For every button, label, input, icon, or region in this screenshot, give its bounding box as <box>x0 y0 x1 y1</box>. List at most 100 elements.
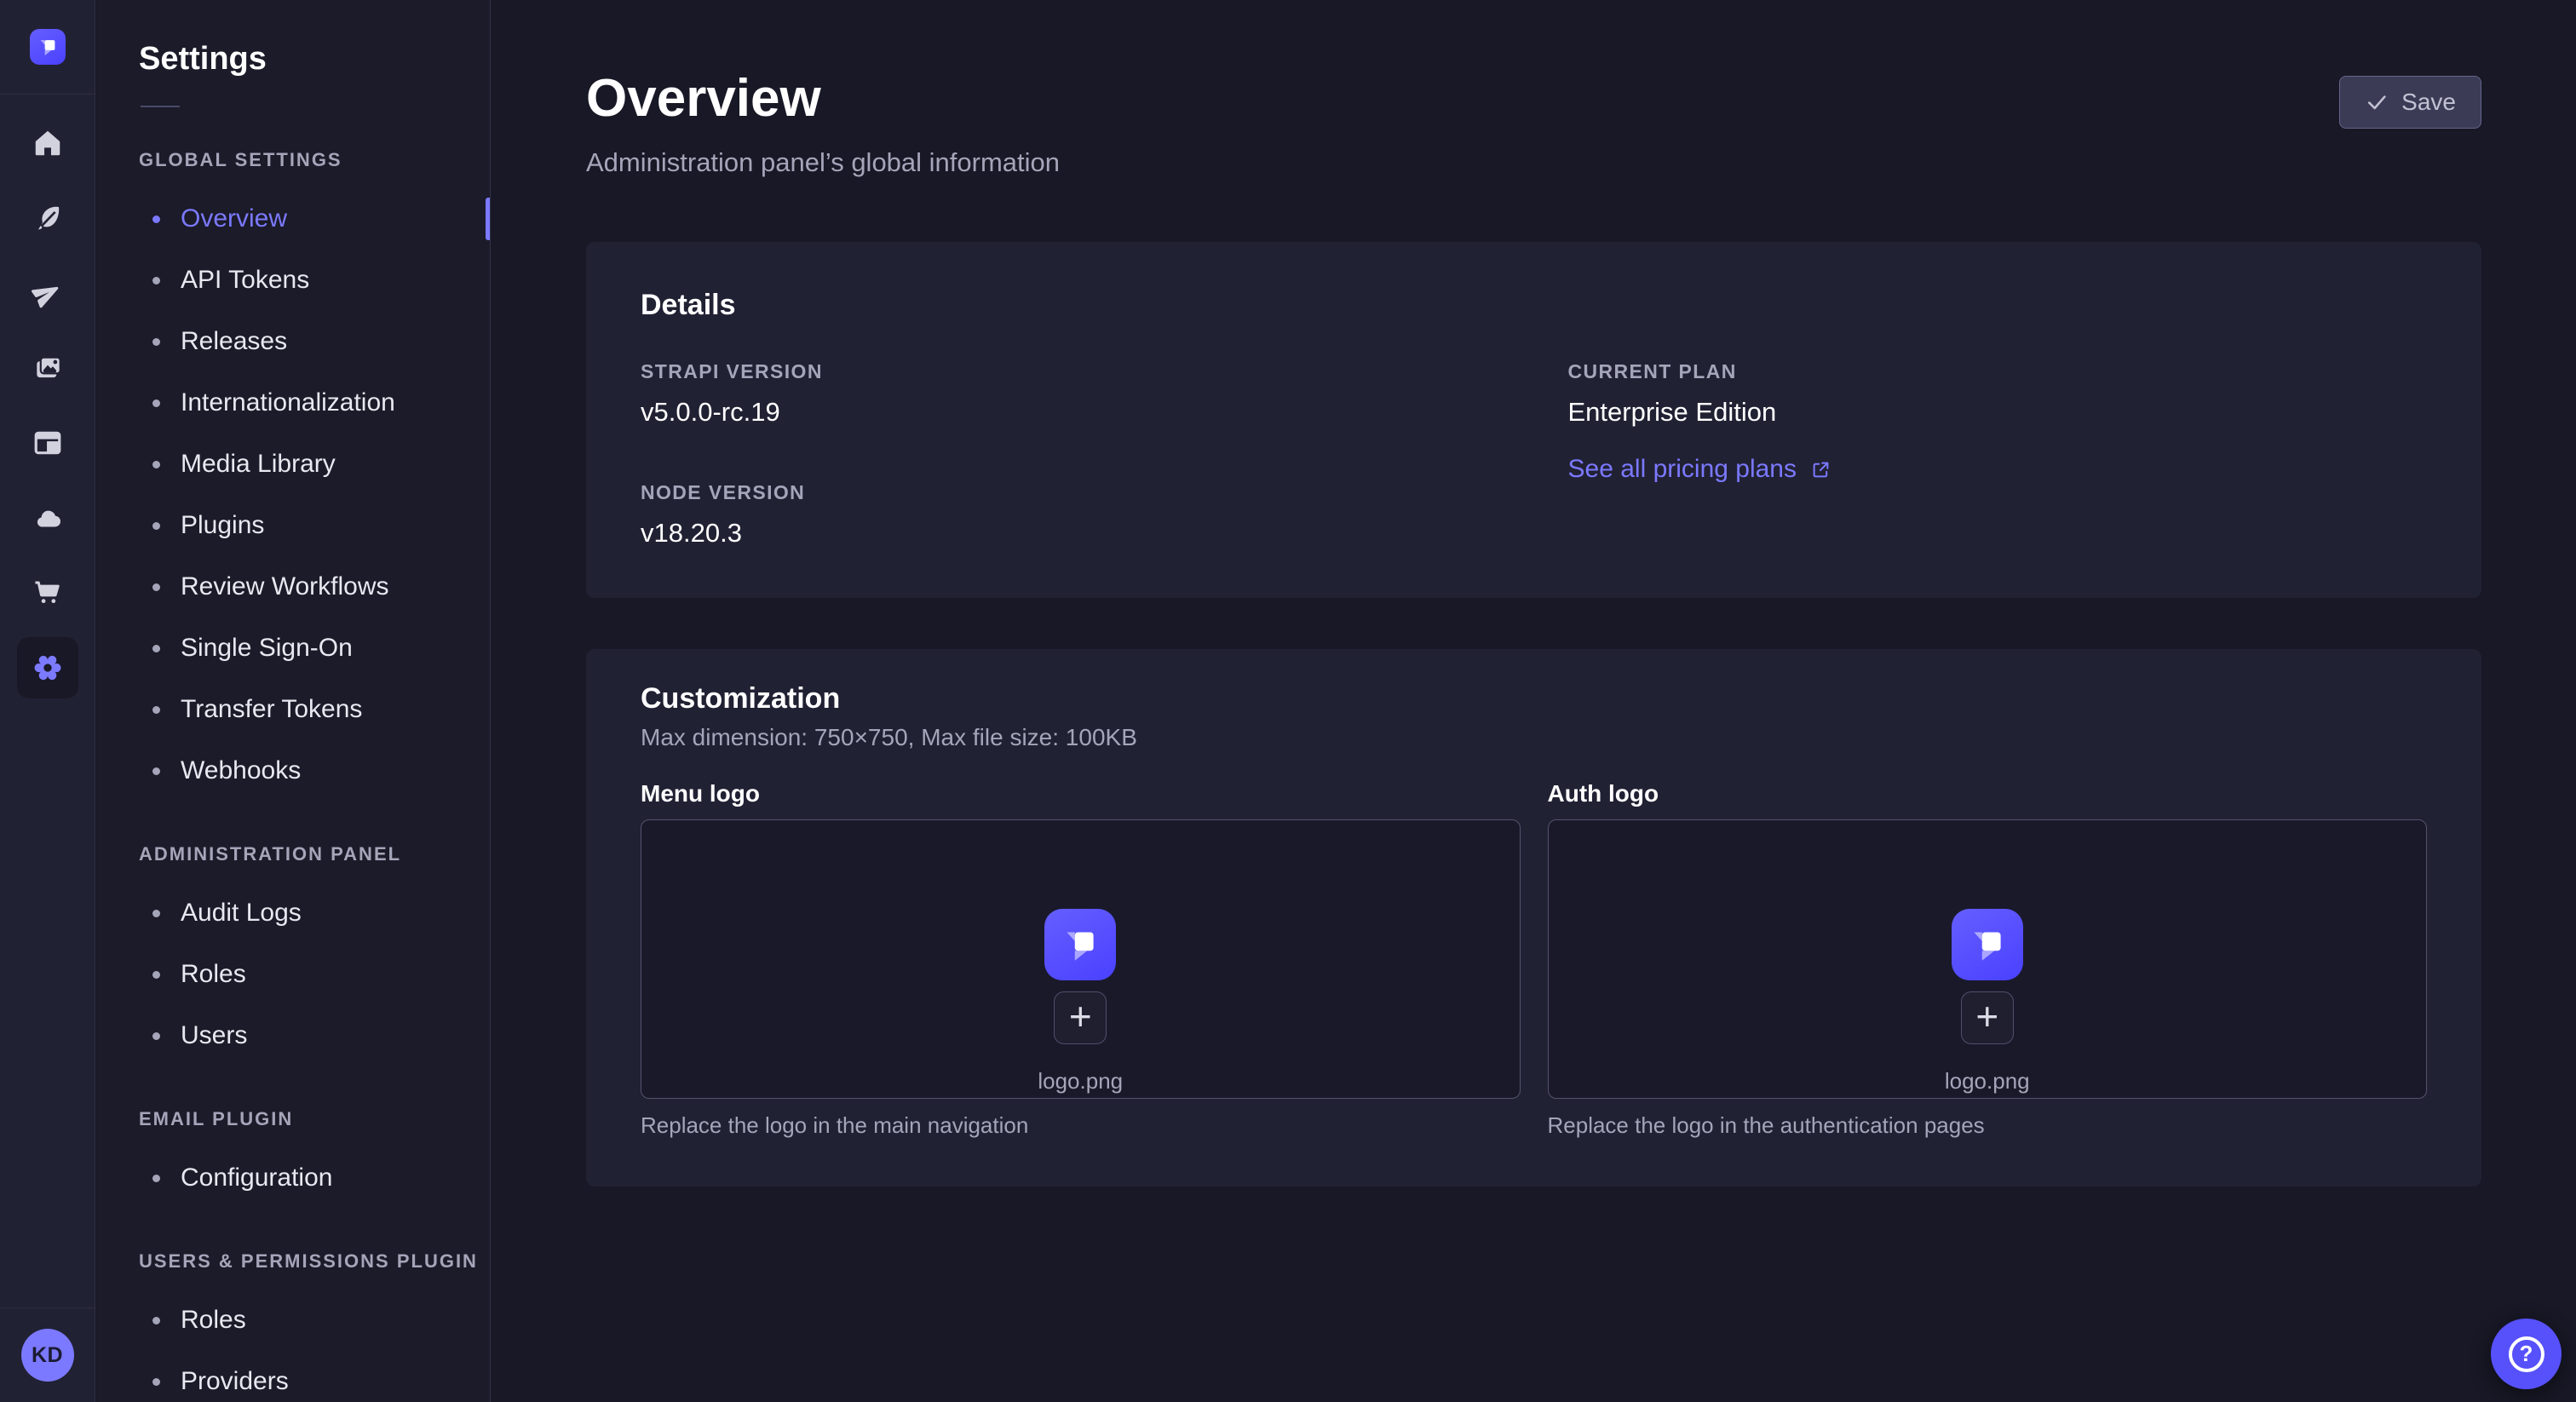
check-icon <box>2365 90 2389 114</box>
bullet-icon <box>152 767 160 775</box>
subnav-item-audit-logs[interactable]: Audit Logs <box>96 882 490 944</box>
field-label: CURRENT PLAN <box>1568 359 2428 383</box>
field-value: v5.0.0-rc.19 <box>641 396 1500 428</box>
field-value: v18.20.3 <box>641 517 1500 549</box>
active-indicator <box>486 198 490 240</box>
user-avatar[interactable]: KD <box>21 1329 74 1382</box>
settings-subnav: Settings GLOBAL SETTINGS Overview API To… <box>96 0 491 1402</box>
change-auth-logo-button[interactable]: + <box>1961 991 2014 1044</box>
page-header: Overview Administration panel’s global i… <box>586 0 2481 179</box>
sidebar-footer: KD <box>0 1307 95 1402</box>
bullet-icon <box>152 338 160 346</box>
main-nav-sidebar: KD <box>0 0 95 1402</box>
bullet-icon <box>152 1378 160 1386</box>
bullet-icon <box>152 645 160 652</box>
auth-logo-field: Auth logo + logo.png Replace the logo in… <box>1548 779 2428 1139</box>
strapi-version-field: STRAPI VERSION v5.0.0-rc.19 <box>641 359 1500 428</box>
customization-constraints: Max dimension: 750×750, Max file size: 1… <box>641 723 2427 752</box>
nav-media-library-icon[interactable] <box>0 330 95 405</box>
node-version-field: NODE VERSION v18.20.3 <box>641 480 1500 549</box>
bullet-icon <box>152 399 160 407</box>
bullet-icon <box>152 1317 160 1324</box>
subnav-item-up-roles[interactable]: Roles <box>96 1290 490 1351</box>
strapi-mark-icon <box>1965 922 2010 967</box>
section-label: EMAIL PLUGIN <box>96 1107 490 1130</box>
subnav-item-api-tokens[interactable]: API Tokens <box>96 250 490 311</box>
subnav-item-up-providers[interactable]: Providers <box>96 1351 490 1402</box>
change-menu-logo-button[interactable]: + <box>1054 991 1107 1044</box>
page-subtitle: Administration panel’s global informatio… <box>586 147 1060 179</box>
bullet-icon <box>152 461 160 468</box>
question-mark-icon: ? <box>2509 1336 2544 1372</box>
auth-logo-preview <box>1952 909 2023 980</box>
subnav-item-admin-roles[interactable]: Roles <box>96 944 490 1005</box>
subnav-item-internationalization[interactable]: Internationalization <box>96 372 490 434</box>
strapi-logo[interactable] <box>30 29 66 65</box>
subnav-item-transfer-tokens[interactable]: Transfer Tokens <box>96 679 490 740</box>
details-card: Details STRAPI VERSION v5.0.0-rc.19 NODE… <box>586 242 2481 598</box>
main-nav-icons <box>0 106 95 705</box>
auth-logo-label: Auth logo <box>1548 779 2428 808</box>
section-users-permissions-plugin: USERS & PERMISSIONS PLUGIN Roles Provide… <box>96 1250 490 1402</box>
bullet-icon <box>152 1175 160 1182</box>
bullet-icon <box>152 971 160 979</box>
section-label: USERS & PERMISSIONS PLUGIN <box>96 1250 490 1273</box>
nav-releases-icon[interactable] <box>0 256 95 330</box>
subnav-item-single-sign-on[interactable]: Single Sign-On <box>96 618 490 679</box>
subnav-item-review-workflows[interactable]: Review Workflows <box>96 556 490 618</box>
menu-logo-label: Menu logo <box>641 779 1521 808</box>
help-button[interactable]: ? <box>2491 1319 2562 1389</box>
bullet-icon <box>152 910 160 917</box>
pricing-plans-link[interactable]: See all pricing plans <box>1568 455 1833 484</box>
section-label: GLOBAL SETTINGS <box>96 148 490 171</box>
settings-active-pill <box>17 637 78 698</box>
menu-logo-preview <box>1044 909 1116 980</box>
field-value: Enterprise Edition <box>1568 396 2428 428</box>
section-label: ADMINISTRATION PANEL <box>96 842 490 865</box>
nav-marketplace-cart-icon[interactable] <box>0 555 95 630</box>
subnav-title: Settings <box>96 39 490 78</box>
field-label: NODE VERSION <box>641 480 1500 504</box>
page-title: Overview <box>586 68 1060 129</box>
section-global-settings: GLOBAL SETTINGS Overview API Tokens Rele… <box>96 148 490 802</box>
menu-logo-field: Menu logo + logo.png Replace the logo in… <box>641 779 1521 1139</box>
field-label: STRAPI VERSION <box>641 359 1500 383</box>
nav-home-icon[interactable] <box>0 106 95 181</box>
main-content: Overview Administration panel’s global i… <box>492 0 2576 1402</box>
menu-logo-filename: logo.png <box>1038 1068 1123 1095</box>
menu-logo-dropzone[interactable]: + logo.png <box>641 819 1521 1099</box>
bullet-icon <box>152 1032 160 1040</box>
subnav-item-webhooks[interactable]: Webhooks <box>96 740 490 802</box>
bullet-icon <box>152 215 160 223</box>
strapi-mark-icon <box>1058 922 1102 967</box>
customization-card: Customization Max dimension: 750×750, Ma… <box>586 649 2481 1187</box>
section-email-plugin: EMAIL PLUGIN Configuration <box>96 1107 490 1209</box>
bullet-icon <box>152 583 160 591</box>
current-plan-field: CURRENT PLAN Enterprise Edition See all … <box>1568 359 2428 484</box>
strapi-mark-icon <box>36 35 60 59</box>
auth-logo-hint: Replace the logo in the authentication p… <box>1548 1112 2428 1139</box>
nav-content-type-builder-icon[interactable] <box>0 181 95 256</box>
customization-card-title: Customization <box>641 681 2427 715</box>
subnav-item-releases[interactable]: Releases <box>96 311 490 372</box>
bullet-icon <box>152 522 160 530</box>
bullet-icon <box>152 277 160 284</box>
bullet-icon <box>152 706 160 714</box>
subnav-item-plugins[interactable]: Plugins <box>96 495 490 556</box>
subnav-item-media-library[interactable]: Media Library <box>96 434 490 495</box>
external-link-icon <box>1809 458 1832 481</box>
nav-content-manager-icon[interactable] <box>0 405 95 480</box>
subnav-divider <box>141 106 180 107</box>
details-card-title: Details <box>641 288 2427 322</box>
subnav-item-overview[interactable]: Overview <box>96 188 490 250</box>
menu-logo-hint: Replace the logo in the main navigation <box>641 1112 1521 1139</box>
auth-logo-dropzone[interactable]: + logo.png <box>1548 819 2428 1099</box>
section-administration-panel: ADMINISTRATION PANEL Audit Logs Roles Us… <box>96 842 490 1066</box>
nav-settings-gear-icon[interactable] <box>0 630 95 705</box>
save-button[interactable]: Save <box>2339 76 2481 129</box>
auth-logo-filename: logo.png <box>1945 1068 2030 1095</box>
nav-deploy-cloud-icon[interactable] <box>0 480 95 555</box>
subnav-item-email-configuration[interactable]: Configuration <box>96 1147 490 1209</box>
subnav-item-admin-users[interactable]: Users <box>96 1005 490 1066</box>
brand-block <box>0 0 95 95</box>
